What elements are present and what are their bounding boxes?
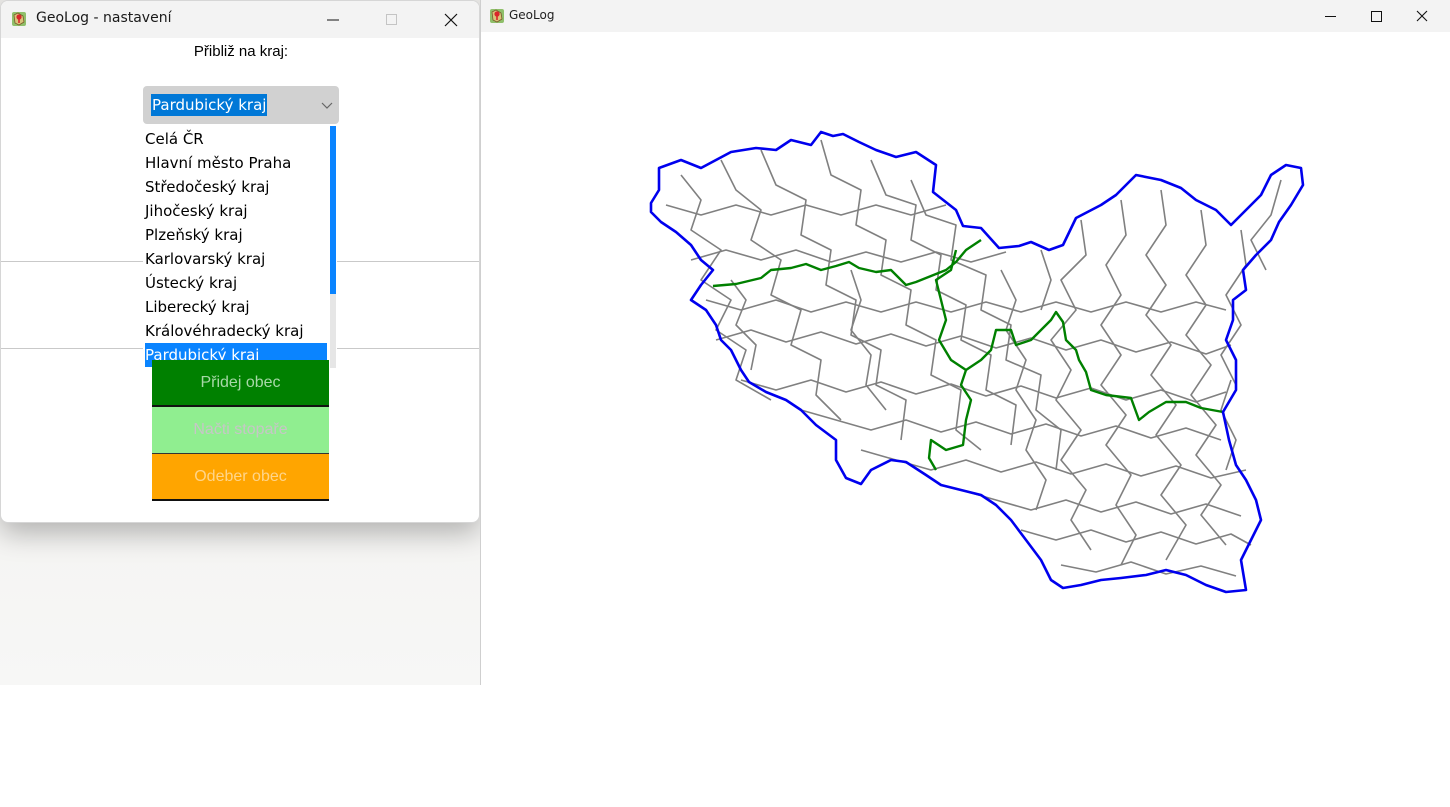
dropdown-option-cela-cr[interactable]: Celá ČR [145, 127, 327, 151]
region-map[interactable] [481, 32, 1449, 685]
dropdown-option-stredocesky[interactable]: Středočeský kraj [145, 175, 327, 199]
settings-titlebar[interactable]: GeoLog - nastavení [1, 1, 479, 38]
map-close-button[interactable] [1399, 0, 1445, 32]
dropdown-option-karlovarsky[interactable]: Karlovarský kraj [145, 247, 327, 271]
region-dropdown-list[interactable]: Celá ČR Hlavní město Praha Středočeský k… [143, 126, 337, 368]
settings-window: GeoLog - nastavení Přibliž na kraj: Pard… [0, 0, 480, 523]
map-maximize-button[interactable] [1353, 0, 1399, 32]
maximize-button-disabled [369, 1, 415, 38]
dropdown-option-plzensky[interactable]: Plzeňský kraj [145, 223, 327, 247]
dropdown-option-ustecky[interactable]: Ústecký kraj [145, 271, 327, 295]
municipality-boundaries [665, 139, 1282, 577]
map-minimize-button[interactable] [1307, 0, 1353, 32]
dropdown-option-praha[interactable]: Hlavní město Praha [145, 151, 327, 175]
settings-window-title: GeoLog - nastavení [36, 10, 172, 26]
separator-line [1, 261, 143, 262]
close-icon [1416, 10, 1428, 22]
map-titlebar[interactable]: GeoLog [481, 0, 1450, 32]
maximize-icon [386, 13, 397, 25]
region-combobox[interactable]: Pardubický kraj [143, 86, 339, 124]
dropdown-option-jihocesky[interactable]: Jihočeský kraj [145, 199, 327, 223]
chevron-down-icon [321, 102, 333, 109]
zoom-to-region-label: Přibliž na kraj: [193, 43, 289, 60]
dropdown-option-kralovehradecky[interactable]: Královéhradecký kraj [145, 319, 327, 343]
separator-line [337, 261, 479, 262]
app-icon [490, 9, 504, 23]
close-icon [444, 13, 458, 26]
minimize-icon [1324, 15, 1336, 17]
add-municipality-button[interactable]: Přidej obec [152, 360, 329, 407]
dropdown-scrollbar-thumb[interactable] [330, 126, 336, 294]
maximize-icon [1370, 10, 1382, 22]
map-window-title: GeoLog [509, 8, 555, 22]
app-icon [12, 12, 26, 26]
map-window: GeoLog [480, 0, 1450, 685]
minimize-icon [327, 19, 339, 20]
region-combobox-value: Pardubický kraj [151, 94, 268, 116]
minimize-button[interactable] [310, 1, 356, 38]
district-boundaries [712, 239, 1224, 471]
dropdown-option-liberecky[interactable]: Liberecký kraj [145, 295, 327, 319]
load-hitchhikers-button[interactable]: Načti stopaře [152, 407, 329, 454]
close-button[interactable] [428, 1, 474, 38]
remove-municipality-button[interactable]: Odeber obec [152, 454, 329, 501]
separator-line [1, 348, 143, 349]
separator-line [337, 348, 479, 349]
